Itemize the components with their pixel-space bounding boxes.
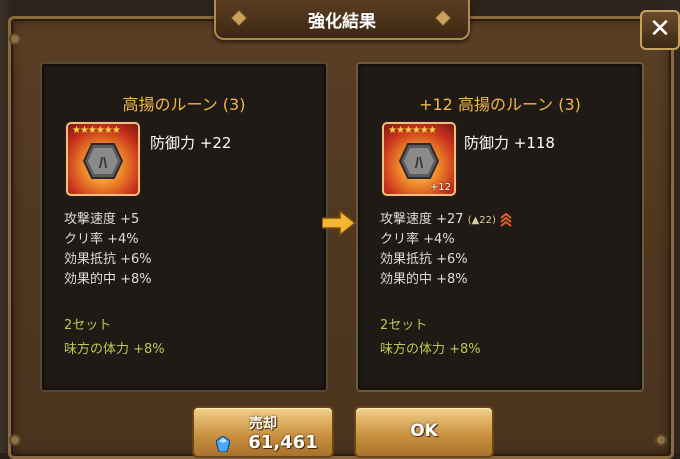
ok-label: OK xyxy=(410,421,438,441)
dialog-title: 強化結果 xyxy=(308,12,376,32)
set-effect: 味方の体力 +8% xyxy=(380,342,481,357)
set-effect: 味方の体力 +8% xyxy=(64,342,165,357)
rune-hexagon-icon: ﾊ xyxy=(82,143,124,179)
set-label: 2セット xyxy=(380,318,428,333)
rune-hexagon-icon: ﾊ xyxy=(398,143,440,179)
rune-stars: ★★★★★★ xyxy=(72,125,121,136)
sell-price: 61,461 xyxy=(248,432,318,453)
svg-text:ﾊ: ﾊ xyxy=(98,153,107,172)
sub-stat: クリ率 +4% xyxy=(380,232,455,247)
upgrade-amount: (▲22) xyxy=(467,215,496,226)
set-label: 2セット xyxy=(64,318,112,333)
arrow-right-icon xyxy=(322,210,356,236)
sub-stat: 攻撃速度 +27 xyxy=(380,212,464,227)
sub-stat: クリ率 +4% xyxy=(64,232,139,247)
sub-stat: 効果抵抗 +6% xyxy=(64,252,152,267)
dialog-title-tab: 強化結果 xyxy=(214,0,470,40)
rune-icon: ★★★★★★ ﾊ xyxy=(66,122,140,196)
frame-rivet xyxy=(9,434,21,446)
close-icon: ✕ xyxy=(649,14,671,44)
rune-after-name: +12 高揚のルーン (3) xyxy=(419,95,581,114)
rune-icon: ★★★★★★ ﾊ +12 xyxy=(382,122,456,196)
rune-level-badge: +12 xyxy=(429,182,451,193)
sell-label: 売却 xyxy=(249,416,277,432)
frame-rivet xyxy=(655,434,667,446)
rune-after-panel: +12 高揚のルーン (3) ★★★★★★ ﾊ +12 防御力 +118 攻撃速… xyxy=(356,62,644,392)
sub-stat-upgraded: 攻撃速度 +27 (▲22) xyxy=(380,208,512,228)
upgrade-chevrons-icon xyxy=(500,212,512,227)
sub-stat: 効果的中 +8% xyxy=(380,272,468,287)
close-button[interactable]: ✕ xyxy=(640,10,680,50)
rune-before-panel: 高揚のルーン (3) ★★★★★★ ﾊ 防御力 +22 攻撃速度 +5 クリ率 … xyxy=(40,62,328,392)
sub-stat: 攻撃速度 +5 xyxy=(64,212,140,227)
main-stat: 防御力 +22 xyxy=(150,134,232,152)
sub-stat: 効果抵抗 +6% xyxy=(380,252,468,267)
ok-button[interactable]: OK xyxy=(354,406,494,458)
svg-text:ﾊ: ﾊ xyxy=(414,153,423,172)
main-stat: 防御力 +118 xyxy=(464,134,555,152)
rune-before-name: 高揚のルーン (3) xyxy=(122,95,246,114)
frame-rivet xyxy=(9,33,21,45)
rune-stars: ★★★★★★ xyxy=(388,125,437,136)
sub-stat: 効果的中 +8% xyxy=(64,272,152,287)
sell-button[interactable]: 売却 61,461 xyxy=(192,406,334,458)
